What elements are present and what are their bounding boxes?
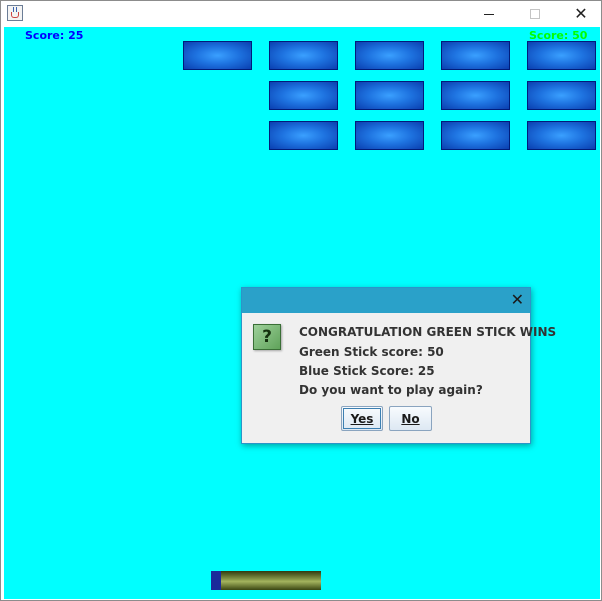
play-again-question: Do you want to play again? bbox=[299, 383, 483, 397]
java-cup-icon[interactable] bbox=[7, 5, 23, 21]
maximize-icon bbox=[530, 9, 540, 19]
brick bbox=[441, 41, 510, 70]
brick bbox=[441, 121, 510, 150]
no-button[interactable]: No bbox=[389, 406, 432, 431]
brick bbox=[527, 41, 596, 70]
brick bbox=[527, 121, 596, 150]
question-icon: ? bbox=[253, 324, 281, 350]
close-button[interactable]: ✕ bbox=[558, 1, 602, 27]
blue-score-message: Blue Stick Score: 25 bbox=[299, 364, 435, 378]
brick bbox=[355, 41, 424, 70]
close-icon: ✕ bbox=[574, 4, 588, 23]
win-message: CONGRATULATION GREEN STICK WINS bbox=[299, 325, 557, 339]
yes-button[interactable]: Yes bbox=[341, 406, 383, 431]
cup-shape bbox=[11, 12, 19, 18]
brick bbox=[355, 121, 424, 150]
maximize-button[interactable] bbox=[512, 1, 558, 27]
game-window: ✕ Score: 25 Score: 50 ✕ ? CONGRATULATION… bbox=[0, 0, 602, 601]
brick bbox=[527, 81, 596, 110]
close-icon[interactable]: ✕ bbox=[511, 291, 524, 309]
minimize-icon bbox=[484, 13, 494, 15]
game-over-dialog: ✕ ? CONGRATULATION GREEN STICK WINS Gree… bbox=[241, 287, 556, 444]
paddle-cap bbox=[211, 571, 221, 590]
brick bbox=[269, 41, 338, 70]
dialog-title-bar[interactable]: ✕ bbox=[242, 288, 530, 313]
green-score-message: Green Stick score: 50 bbox=[299, 345, 444, 359]
paddle[interactable] bbox=[211, 571, 321, 590]
brick bbox=[183, 41, 252, 70]
brick bbox=[355, 81, 424, 110]
blue-score: Score: 25 bbox=[25, 29, 84, 42]
title-bar[interactable]: ✕ bbox=[1, 1, 601, 27]
brick bbox=[441, 81, 510, 110]
brick bbox=[269, 121, 338, 150]
brick bbox=[269, 81, 338, 110]
minimize-button[interactable] bbox=[466, 1, 512, 27]
